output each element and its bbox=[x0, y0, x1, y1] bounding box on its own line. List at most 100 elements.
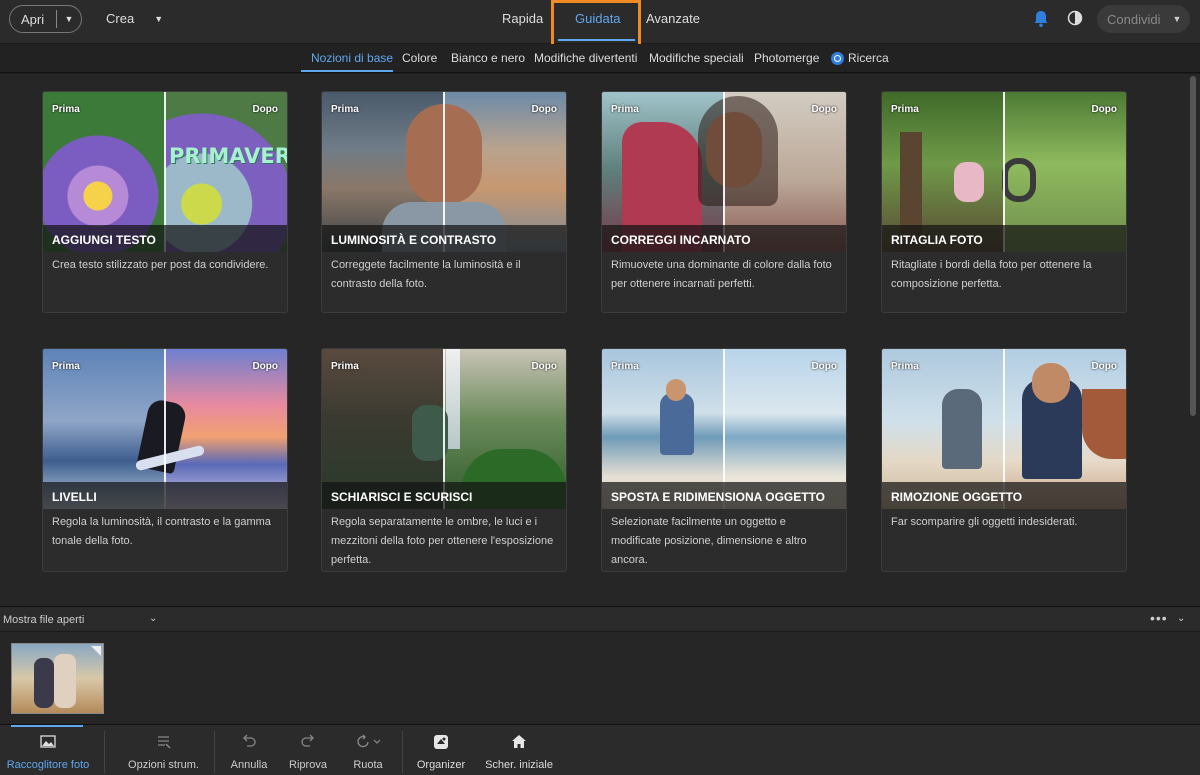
after-tag: Dopo bbox=[811, 361, 837, 372]
after-tag: Dopo bbox=[811, 104, 837, 115]
toolbar-divider bbox=[104, 731, 105, 773]
before-tag: Prima bbox=[611, 361, 639, 372]
redo-icon bbox=[301, 734, 314, 747]
card-thumbnail: Prima Dopo RIMOZIONE OGGETTO bbox=[882, 349, 1126, 509]
card-object-removal[interactable]: Prima Dopo RIMOZIONE OGGETTO Far scompar… bbox=[881, 348, 1127, 572]
card-description: Crea testo stilizzato per post da condiv… bbox=[52, 259, 269, 271]
card-thumbnail: Prima Dopo LIVELLI bbox=[43, 349, 287, 509]
rotate-button[interactable]: Ruota bbox=[348, 725, 388, 775]
tab-special-edits[interactable]: Modifiche speciali bbox=[649, 51, 744, 65]
search-icon[interactable] bbox=[831, 52, 844, 65]
before-tag: Prima bbox=[891, 361, 919, 372]
after-tag: Dopo bbox=[1091, 104, 1117, 115]
card-description: Correggete facilmente la luminosità e il… bbox=[331, 259, 521, 290]
card-overlay-text: PRIMAVERA bbox=[169, 144, 287, 168]
card-description: Regola separatamente le ombre, le luci e… bbox=[331, 516, 554, 566]
chevron-down-icon[interactable]: ⌄ bbox=[1177, 613, 1185, 624]
photo-bin-label: Raccoglitore foto bbox=[6, 759, 90, 771]
photo-bin-button[interactable]: Raccoglitore foto bbox=[6, 725, 90, 775]
card-title: RIMOZIONE OGGETTO bbox=[882, 482, 1126, 509]
tab-expert[interactable]: Avanzate bbox=[646, 11, 700, 26]
tab-quick[interactable]: Rapida bbox=[502, 11, 543, 26]
tool-options-label: Opzioni strum. bbox=[128, 759, 199, 771]
card-thumbnail: Prima Dopo SCHIARISCI E SCURISCI bbox=[322, 349, 566, 509]
tab-photomerge[interactable]: Photomerge bbox=[754, 51, 819, 65]
card-brightness-contrast[interactable]: Prima Dopo LUMINOSITÀ E CONTRASTO Correg… bbox=[321, 91, 567, 313]
chevron-down-icon[interactable]: ⌄ bbox=[149, 613, 157, 624]
before-tag: Prima bbox=[331, 361, 359, 372]
card-thumbnail: Prima Dopo CORREGGI INCARNATO bbox=[602, 92, 846, 252]
share-button[interactable]: Condividi ▼ bbox=[1097, 5, 1190, 33]
card-title: RITAGLIA FOTO bbox=[882, 225, 1126, 252]
show-open-files-label[interactable]: Mostra file aperti bbox=[3, 614, 84, 626]
redo-button[interactable]: Riprova bbox=[286, 725, 330, 775]
mode-switcher: Rapida Guidata Avanzate bbox=[0, 0, 1200, 47]
card-description: Selezionate facilmente un oggetto e modi… bbox=[611, 516, 807, 566]
card-title: CORREGGI INCARNATO bbox=[602, 225, 846, 252]
card-thumbnail: Prima Dopo LUMINOSITÀ E CONTRASTO bbox=[322, 92, 566, 252]
before-tag: Prima bbox=[52, 361, 80, 372]
before-tag: Prima bbox=[52, 104, 80, 115]
after-tag: Dopo bbox=[1091, 361, 1117, 372]
share-label: Condividi bbox=[1107, 11, 1161, 27]
scrollbar-thumb[interactable] bbox=[1190, 76, 1196, 416]
organizer-label: Organizer bbox=[416, 759, 466, 771]
home-screen-label: Scher. iniziale bbox=[485, 759, 553, 771]
card-dodge-burn[interactable]: Prima Dopo SCHIARISCI E SCURISCI Regola … bbox=[321, 348, 567, 572]
card-title: LUMINOSITÀ E CONTRASTO bbox=[322, 225, 566, 252]
highlight-frame bbox=[551, 0, 641, 47]
tab-fun-edits[interactable]: Modifiche divertenti bbox=[534, 51, 637, 65]
card-title: LIVELLI bbox=[43, 482, 287, 509]
card-thumbnail: Prima Dopo RITAGLIA FOTO bbox=[882, 92, 1126, 252]
home-icon bbox=[512, 735, 526, 748]
after-tag: Dopo bbox=[252, 361, 278, 372]
bell-icon[interactable] bbox=[1033, 10, 1049, 28]
card-title: AGGIUNGI TESTO bbox=[43, 225, 287, 252]
undo-label: Annulla bbox=[230, 759, 268, 771]
theme-contrast-icon[interactable] bbox=[1067, 10, 1083, 26]
tab-basics[interactable]: Nozioni di base bbox=[311, 51, 393, 65]
organizer-icon bbox=[434, 735, 448, 749]
chevron-down-icon: ▼ bbox=[1172, 14, 1182, 24]
organizer-button[interactable]: Organizer bbox=[414, 725, 468, 775]
card-description: Ritagliate i bordi della foto per ottene… bbox=[891, 259, 1092, 290]
card-title: SCHIARISCI E SCURISCI bbox=[322, 482, 566, 509]
tool-options-icon bbox=[157, 736, 171, 749]
bottom-toolbar: Raccoglitore foto Opzioni strum. Annulla… bbox=[0, 724, 1200, 775]
card-move-scale-object[interactable]: Prima Dopo SPOSTA E RIDIMENSIONA OGGETTO… bbox=[601, 348, 847, 572]
tool-options-button[interactable]: Opzioni strum. bbox=[126, 725, 201, 775]
card-correct-skin-tone[interactable]: Prima Dopo CORREGGI INCARNATO Rimuovete … bbox=[601, 91, 847, 313]
card-thumbnail: PRIMAVERA Prima Dopo AGGIUNGI TESTO bbox=[43, 92, 287, 252]
open-file-thumbnail[interactable] bbox=[11, 643, 104, 714]
undo-button[interactable]: Annulla bbox=[226, 725, 272, 775]
card-thumbnail: Prima Dopo SPOSTA E RIDIMENSIONA OGGETTO bbox=[602, 349, 846, 509]
home-screen-button[interactable]: Scher. iniziale bbox=[484, 725, 554, 775]
photo-bin-panel bbox=[0, 632, 1200, 724]
active-subtab-indicator bbox=[301, 70, 393, 72]
card-description: Far scomparire gli oggetti indesiderati. bbox=[891, 516, 1078, 528]
before-tag: Prima bbox=[891, 104, 919, 115]
after-tag: Dopo bbox=[531, 104, 557, 115]
card-levels[interactable]: Prima Dopo LIVELLI Regola la luminosità,… bbox=[42, 348, 288, 572]
search-link[interactable]: Ricerca bbox=[848, 51, 889, 65]
redo-label: Riprova bbox=[289, 759, 327, 771]
after-tag: Dopo bbox=[252, 104, 278, 115]
tab-color[interactable]: Colore bbox=[402, 51, 437, 65]
open-files-bar: Mostra file aperti ⌄ ••• ⌄ bbox=[0, 606, 1200, 632]
undo-icon bbox=[243, 734, 256, 747]
card-description: Regola la luminosità, il contrasto e la … bbox=[52, 516, 271, 547]
more-options-icon[interactable]: ••• bbox=[1150, 610, 1168, 626]
guided-cards-area: PRIMAVERA Prima Dopo AGGIUNGI TESTO Crea… bbox=[0, 74, 1188, 606]
guided-category-tabs: Nozioni di base Colore Bianco e nero Mod… bbox=[0, 44, 1200, 73]
photo-bin-icon bbox=[40, 735, 56, 748]
tab-black-white[interactable]: Bianco e nero bbox=[451, 51, 525, 65]
card-add-text[interactable]: PRIMAVERA Prima Dopo AGGIUNGI TESTO Crea… bbox=[42, 91, 288, 313]
before-tag: Prima bbox=[331, 104, 359, 115]
rotate-label: Ruota bbox=[353, 759, 383, 771]
toolbar-divider bbox=[402, 731, 403, 773]
toolbar-divider bbox=[214, 731, 215, 773]
card-description: Rimuovete una dominante di colore dalla … bbox=[611, 259, 832, 290]
card-title: SPOSTA E RIDIMENSIONA OGGETTO bbox=[602, 482, 846, 509]
card-crop-photo[interactable]: Prima Dopo RITAGLIA FOTO Ritagliate i bo… bbox=[881, 91, 1127, 313]
rotate-icon bbox=[357, 734, 381, 748]
